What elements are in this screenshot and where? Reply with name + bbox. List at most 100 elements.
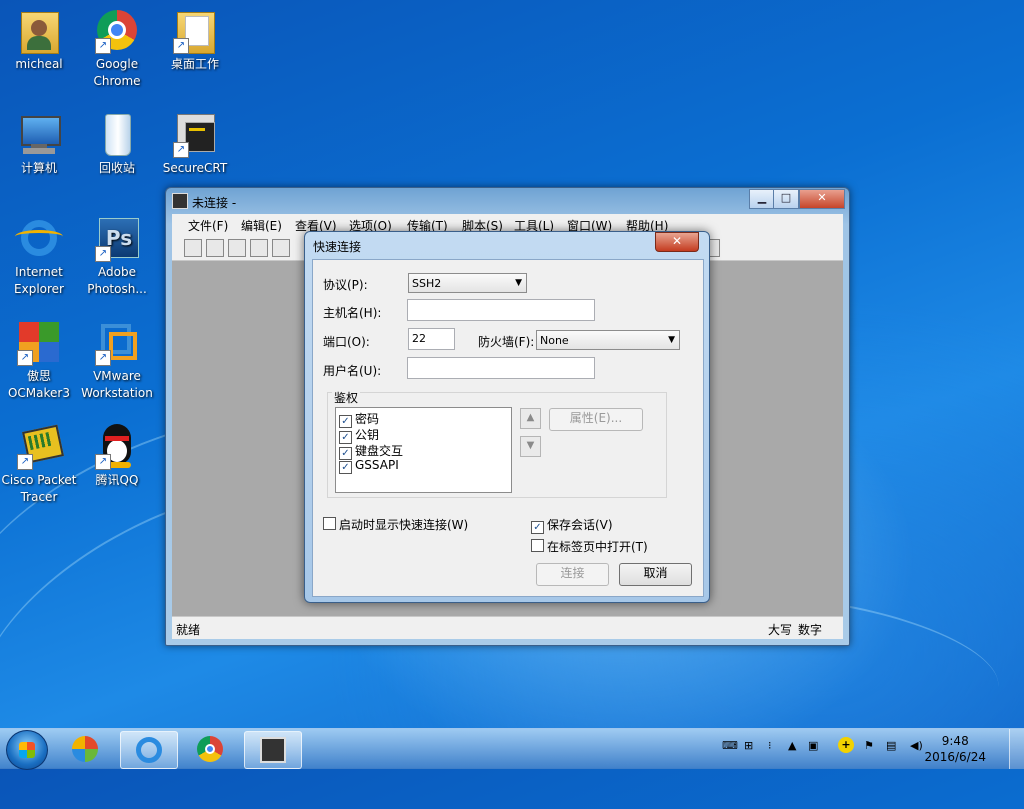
desktop-icon-packet-tracer[interactable]: ↗ Cisco Packet Tracer — [0, 418, 78, 506]
desktop-icon-label: Internet Explorer — [14, 265, 64, 296]
hostname-input[interactable] — [407, 299, 595, 321]
packet-tracer-icon: ↗ — [15, 422, 64, 470]
connect-icon[interactable] — [184, 239, 202, 257]
volume-icon[interactable]: ◀) — [910, 739, 923, 752]
protocol-label: 协议(P): — [323, 278, 368, 292]
taskbar-chrome[interactable] — [182, 731, 238, 767]
firewall-value: None — [540, 334, 569, 347]
auth-item-gssapi[interactable]: ✓ GSSAPI — [339, 458, 399, 474]
keyboard-icon[interactable]: ⌨ — [722, 739, 738, 752]
desktop-icon-label: Cisco Packet Tracer — [1, 473, 77, 504]
connect-in-tab-icon[interactable] — [228, 239, 246, 257]
window-titlebar[interactable]: 未连接 - ▁ □ ✕ — [166, 188, 849, 214]
internet-explorer-icon — [15, 214, 63, 262]
quick-connect-icon[interactable] — [206, 239, 224, 257]
auth-item-label: GSSAPI — [355, 458, 399, 472]
menu-edit[interactable]: 编辑(E) — [241, 217, 282, 234]
desktop-icon-label: SecureCRT — [162, 161, 228, 175]
quick-connect-dialog[interactable]: 快速连接 ✕ 协议(P): SSH2 ▼ 主机名(H): 端口(O): 22 防… — [304, 231, 710, 603]
auth-item-publickey[interactable]: ✓ 公钥 — [339, 426, 379, 444]
show-desktop-button[interactable] — [1009, 729, 1024, 769]
protocol-value: SSH2 — [412, 277, 442, 290]
qq-icon: ↗ — [93, 422, 141, 470]
desktop-icon-qq[interactable]: ↗ 腾讯QQ — [78, 418, 156, 489]
status-ready: 就绪 — [176, 623, 201, 637]
desktop-icon-ocmaker[interactable]: ↗ 傲思 OCMaker3 — [0, 314, 78, 402]
desktop-icon-recycle-bin[interactable]: 回收站 — [78, 106, 156, 177]
computer-icon — [15, 110, 63, 158]
username-input[interactable] — [407, 357, 595, 379]
maximize-button[interactable]: □ — [773, 189, 799, 209]
cancel-button[interactable]: 取消 — [619, 563, 692, 586]
chevron-down-icon: ▼ — [668, 335, 675, 345]
desktop-icon-label: 傲思 OCMaker3 — [7, 369, 70, 400]
clock-date: 2016/6/24 — [924, 750, 986, 764]
auth-item-label: 键盘交互 — [355, 444, 404, 458]
port-input[interactable]: 22 — [408, 328, 455, 350]
power-icon[interactable]: ▤ — [886, 739, 896, 752]
hostname-label: 主机名(H): — [323, 306, 382, 320]
save-session-checkbox[interactable]: ✓ 保存会话(V) — [531, 516, 613, 534]
checkbox-checked-icon: ✓ — [339, 461, 352, 474]
user-folder-icon — [15, 6, 63, 54]
desktop-icon-label: 回收站 — [98, 161, 135, 175]
desktop-icon-photoshop[interactable]: Ps ↗ Adobe Photosh... — [78, 210, 156, 298]
desktop-icon-chrome[interactable]: ↗ Google Chrome — [78, 2, 156, 90]
show-on-startup-checkbox[interactable]: 启动时显示快速连接(W) — [323, 516, 468, 533]
auth-item-label: 密码 — [355, 412, 380, 426]
taskbar-media-player[interactable] — [58, 731, 114, 767]
qihoo-security-icon[interactable]: + — [838, 737, 854, 753]
securecrt-icon: ↗ — [171, 110, 219, 158]
action-center-icon[interactable]: ⚑ — [864, 739, 874, 752]
reconnect-icon[interactable] — [250, 239, 268, 257]
desktop-icon-vmware[interactable]: ↗ VMware Workstation — [78, 314, 156, 402]
recycle-bin-icon — [93, 110, 141, 158]
taskbar-securecrt[interactable] — [244, 731, 302, 769]
clock-time: 9:48 — [941, 734, 969, 748]
photoshop-icon: Ps ↗ — [93, 214, 141, 262]
ime-icon[interactable]: ⁝ — [768, 739, 772, 752]
show-hidden-icons-icon[interactable]: ▲ — [788, 739, 796, 752]
chevron-down-icon: ▼ — [515, 278, 522, 288]
open-in-tab-label: 在标签页中打开(T) — [547, 540, 648, 554]
language-icon[interactable]: ⊞ — [744, 739, 753, 752]
internet-explorer-icon — [136, 737, 162, 763]
desktop-icon-securecrt[interactable]: ↗ SecureCRT — [156, 106, 234, 177]
auth-item-password[interactable]: ✓ 密码 — [339, 410, 380, 428]
menu-file[interactable]: 文件(F) — [188, 217, 228, 234]
protocol-select[interactable]: SSH2 ▼ — [408, 273, 527, 293]
start-button[interactable] — [6, 730, 48, 770]
desktop-icon-internet-explorer[interactable]: Internet Explorer — [0, 210, 78, 298]
desktop-icon-micheal[interactable]: micheal — [0, 2, 78, 73]
desktop-icon-desktop-work[interactable]: ↗ 桌面工作 — [156, 2, 234, 73]
auth-listbox[interactable]: ✓ 密码 ✓ 公钥 ✓ 键盘交互 ✓ GSSAPI — [335, 407, 512, 493]
dialog-close-button[interactable]: ✕ — [655, 232, 699, 252]
desktop-icon-label: 计算机 — [20, 161, 57, 175]
minimize-button[interactable]: ▁ — [749, 189, 775, 209]
firewall-select[interactable]: None ▼ — [536, 330, 680, 350]
desktop-icon-computer[interactable]: 计算机 — [0, 106, 78, 177]
username-label: 用户名(U): — [323, 364, 382, 378]
auth-item-keyboard-interactive[interactable]: ✓ 键盘交互 — [339, 442, 404, 460]
taskbar: ⌨ ⊞ ⁝ ▲ ▣ + ⚑ ▤ ◀) 9:48 2016/6/24 — [0, 728, 1024, 770]
window-title: 未连接 - — [192, 196, 237, 210]
taskbar-internet-explorer[interactable] — [120, 731, 178, 769]
desktop-icon-label: Adobe Photosh... — [87, 265, 147, 296]
move-up-button[interactable]: ▲ — [520, 408, 541, 429]
move-down-button[interactable]: ▼ — [520, 436, 541, 457]
chrome-center — [205, 744, 215, 754]
ocmaker-icon: ↗ — [15, 318, 63, 366]
network-icon[interactable]: ▣ — [808, 739, 818, 752]
open-in-tab-checkbox[interactable]: 在标签页中打开(T) — [531, 538, 648, 555]
properties-button[interactable]: 属性(E)... — [549, 408, 643, 431]
disconnect-icon[interactable] — [272, 239, 290, 257]
desktop-icon-label: 桌面工作 — [170, 57, 219, 71]
desktop-icon-label: VMware Workstation — [81, 369, 153, 400]
status-bar: 就绪 大写 数字 — [172, 616, 843, 639]
desktop-icon-label: micheal — [15, 57, 63, 71]
connect-button[interactable]: 连接 — [536, 563, 609, 586]
close-button[interactable]: ✕ — [799, 189, 845, 209]
vmware-icon: ↗ — [93, 318, 141, 366]
clock[interactable]: 9:48 2016/6/24 — [924, 733, 986, 765]
windows-logo-icon — [19, 742, 35, 758]
